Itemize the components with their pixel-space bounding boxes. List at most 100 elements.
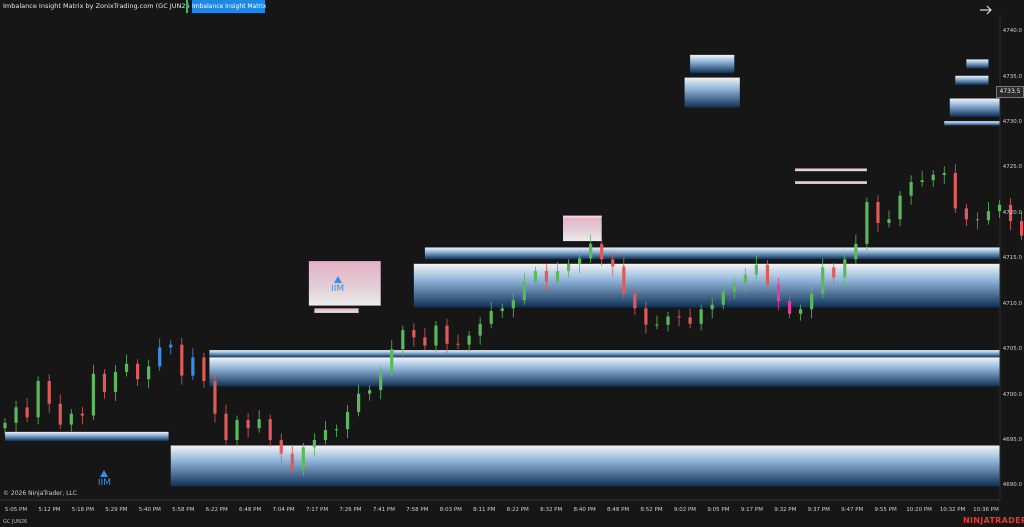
indicator-tab[interactable]: Imbalance Insight Matrix xyxy=(192,0,266,13)
time-tick-label: 6:22 PM xyxy=(205,507,228,513)
bearish-imbalance-zone xyxy=(795,181,867,184)
copyright-text: © 2026 NinjaTrader, LLC xyxy=(3,490,77,497)
bearish-candle xyxy=(975,219,979,221)
bearish-candle xyxy=(180,344,184,376)
bullish-imbalance-zone xyxy=(209,357,1000,387)
bullish-candle xyxy=(379,372,383,391)
bullish-imbalance-zone xyxy=(690,54,735,74)
time-tick-label: 9:32 PM xyxy=(774,507,797,513)
bullish-candle xyxy=(721,291,725,305)
bullish-candle xyxy=(3,422,7,429)
bearish-imbalance-zone xyxy=(314,308,359,313)
time-tick-label: 5:05 PM xyxy=(4,507,28,513)
bullish-candle xyxy=(555,271,560,282)
bearish-candle xyxy=(246,420,250,429)
bearish-candle xyxy=(688,317,692,324)
iim-marker-triangle-icon xyxy=(100,470,109,478)
bearish-candle xyxy=(412,330,416,338)
bearish-candle xyxy=(765,264,770,285)
bearish-candle xyxy=(58,403,62,425)
bullish-candle xyxy=(158,347,162,367)
time-tick-label: 8:40 PM xyxy=(573,507,596,513)
bullish-candle xyxy=(511,300,515,309)
bullish-imbalance-zone xyxy=(966,59,989,69)
bullish-imbalance-zone xyxy=(944,121,1000,126)
bearish-imbalance-zone xyxy=(563,215,602,242)
bullish-candle xyxy=(489,311,493,324)
time-tick-label: 9:17 PM xyxy=(740,507,763,513)
bullish-candle xyxy=(810,293,814,310)
time-tick-label: 5:18 PM xyxy=(71,507,94,513)
bearish-candle xyxy=(423,337,427,346)
price-tick-label: 4710.0 xyxy=(1002,300,1022,307)
bullish-candle xyxy=(522,281,526,301)
bearish-candle xyxy=(136,363,140,380)
time-tick-label: 8:32 PM xyxy=(540,507,563,513)
bearish-candle xyxy=(544,271,549,282)
bullish-candle xyxy=(169,344,173,348)
bullish-candle xyxy=(986,211,991,221)
iim-marker-label: IIM xyxy=(331,283,345,294)
bearish-candle xyxy=(290,453,294,470)
bullish-candle xyxy=(533,271,537,282)
bullish-candle xyxy=(191,357,195,376)
bullish-candle xyxy=(710,304,714,310)
time-tick-label: 7:58 PM xyxy=(406,507,429,513)
bearish-candle xyxy=(279,440,283,454)
bullish-candle xyxy=(799,309,803,314)
bearish-imbalance-zone xyxy=(563,215,602,218)
price-tick-label: 4715.0 xyxy=(1002,255,1022,262)
bullish-candle xyxy=(931,174,935,181)
time-tick-label: 9:05 PM xyxy=(707,507,730,513)
bullish-candle xyxy=(843,259,847,278)
connection-status-marker xyxy=(186,0,188,13)
bullish-candle xyxy=(920,180,924,183)
bearish-candle xyxy=(953,172,957,209)
time-tick-label: 10:36 PM xyxy=(973,507,999,513)
bearish-candle xyxy=(102,373,107,392)
arrow-right-icon[interactable] xyxy=(979,4,993,16)
time-tick-label: 9:37 PM xyxy=(807,507,830,513)
time-tick-label: 9:02 PM xyxy=(673,507,697,513)
chart-title-bar: Imbalance Insight Matrix by ZonixTrading… xyxy=(0,0,1000,14)
bearish-candle xyxy=(644,308,648,325)
iim-marker-label: IIM xyxy=(97,478,111,489)
bullish-imbalance-zone xyxy=(684,77,740,108)
price-tick-label: 4725.0 xyxy=(1002,164,1022,171)
bullish-candle xyxy=(467,335,471,345)
bullish-candle xyxy=(91,373,95,416)
bearish-candle xyxy=(787,301,792,314)
bullish-candle xyxy=(357,393,361,412)
bearish-candle xyxy=(456,343,460,345)
bullish-imbalance-zone xyxy=(424,247,1000,260)
time-tick-label: 7:26 PM xyxy=(339,507,362,513)
bullish-candle xyxy=(323,430,328,441)
bearish-candle xyxy=(445,325,449,344)
bullish-candle xyxy=(854,243,858,260)
bullish-candle xyxy=(124,363,129,372)
bullish-candle xyxy=(578,258,582,264)
bullish-candle xyxy=(434,325,438,346)
brand-logo: NINJATRADER xyxy=(963,516,1024,525)
bullish-candle xyxy=(14,407,18,423)
bearish-candle xyxy=(600,243,604,260)
bearish-candle xyxy=(776,284,781,302)
bullish-candle xyxy=(478,323,482,336)
bullish-imbalance-zone xyxy=(209,350,1000,358)
bearish-candle xyxy=(224,413,228,441)
bearish-candle xyxy=(47,380,51,404)
bearish-candle xyxy=(633,293,637,309)
price-tick-label: 4700.0 xyxy=(1002,391,1022,398)
price-tick-label: 4740.0 xyxy=(1002,28,1022,35)
bullish-candle xyxy=(655,324,659,326)
price-chart[interactable] xyxy=(0,0,1024,527)
price-tick-label: 4690.0 xyxy=(1002,482,1022,489)
bearish-candle xyxy=(268,419,272,441)
bullish-candle xyxy=(257,419,261,429)
bearish-candle xyxy=(80,413,84,416)
bullish-candle xyxy=(887,219,891,223)
time-tick-label: 9:47 PM xyxy=(841,507,864,513)
bullish-candle xyxy=(235,420,239,441)
price-tick-label: 4695.0 xyxy=(1002,436,1022,443)
time-tick-label: 5:58 PM xyxy=(172,507,195,513)
